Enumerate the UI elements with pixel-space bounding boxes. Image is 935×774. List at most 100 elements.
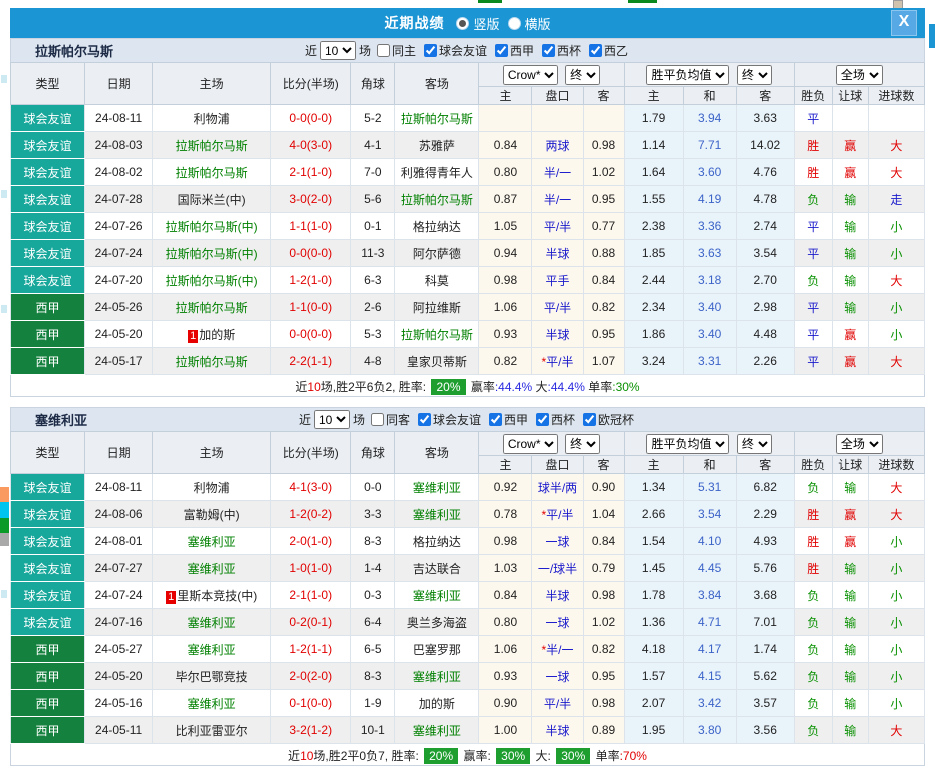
home-team-name: 比利亚雷亚尔 (176, 724, 248, 738)
section-summary: 近10场,胜2平6负2, 胜率: 20% 赢率:44.4% 大:44.4% 单率… (10, 375, 925, 397)
portrait-radio[interactable] (456, 17, 469, 30)
odds-away-cell: 0.98 (583, 690, 624, 717)
bookmaker-select[interactable]: Crow* (503, 65, 558, 85)
odds-home-cell: 0.92 (479, 474, 532, 501)
landscape-radio-label[interactable]: 横版 (525, 14, 551, 33)
corner-cell: 5-2 (351, 105, 395, 132)
league-filter[interactable]: 西乙 (583, 42, 628, 59)
summary-segment: 20% (424, 748, 458, 764)
match-row: 球会友谊24-07-28国际米兰(中)3-0(2-0)5-6拉斯帕尔马斯0.87… (11, 186, 925, 213)
bookmaker-select[interactable]: Crow* (503, 434, 558, 454)
summary-segment: 赢率 (468, 380, 495, 394)
goals-result-cell: 走 (868, 186, 924, 213)
away-team-name: 阿拉维斯 (413, 301, 461, 315)
odds-stage-select[interactable]: 终 (565, 434, 600, 454)
home-team-cell: 塞维利亚 (153, 528, 271, 555)
away-team-cell: 阿尔萨德 (395, 240, 479, 267)
fulltime-select[interactable]: 全场 (836, 65, 883, 85)
avg-away-cell: 7.01 (736, 609, 794, 636)
goals-result-cell: 小 (868, 690, 924, 717)
match-count-select[interactable]: 10 (320, 41, 356, 60)
same-venue-filter[interactable]: 同主 (371, 42, 416, 59)
league-checkbox[interactable] (589, 44, 602, 57)
match-type-badge: 西甲 (11, 321, 85, 348)
score-cell: 2-2(1-1) (271, 348, 351, 375)
avg-select[interactable]: 胜平负均值 (646, 434, 729, 454)
league-checkbox[interactable] (495, 44, 508, 57)
league-checkbox[interactable] (489, 413, 502, 426)
league-filter[interactable]: 欧冠杯 (577, 411, 634, 428)
col-avg-away: 客 (736, 87, 794, 105)
corner-cell: 4-8 (351, 348, 395, 375)
league-checkbox[interactable] (536, 413, 549, 426)
avg-draw-cell: 3.63 (683, 240, 736, 267)
fulltime-select[interactable]: 全场 (836, 434, 883, 454)
same-venue-checkbox[interactable] (377, 44, 390, 57)
filter-bar: 近10场同主球会友谊西甲西杯西乙 (305, 41, 630, 60)
score-cell: 2-1(1-0) (271, 159, 351, 186)
league-filter[interactable]: 球会友谊 (412, 411, 481, 428)
away-team-name: 塞维利亚 (413, 508, 461, 522)
same-venue-checkbox[interactable] (371, 413, 384, 426)
odds-group-header: Crow* 终 (479, 63, 624, 87)
league-filter[interactable]: 西杯 (536, 42, 581, 59)
avg-stage-select[interactable]: 终 (737, 434, 772, 454)
avg-draw-cell: 3.80 (683, 717, 736, 744)
match-row: 球会友谊24-08-01塞维利亚2-0(1-0)8-3格拉纳达0.98一球0.8… (11, 528, 925, 555)
avg-home-cell: 4.18 (624, 636, 683, 663)
odds-stage-select[interactable]: 终 (565, 65, 600, 85)
avg-home-cell: 2.34 (624, 294, 683, 321)
background-fragment (929, 24, 935, 48)
league-checkbox[interactable] (542, 44, 555, 57)
match-date: 24-07-26 (85, 213, 153, 240)
home-team-name: 塞维利亚 (188, 643, 236, 657)
league-filter[interactable]: 球会友谊 (418, 42, 487, 59)
home-team-name: 拉斯帕尔马斯(中) (166, 274, 258, 288)
summary-segment: 单率 (585, 380, 612, 394)
goals-result-cell: 小 (868, 663, 924, 690)
league-filter[interactable]: 西杯 (530, 411, 575, 428)
league-checkbox[interactable] (418, 413, 431, 426)
avg-draw-cell: 3.36 (683, 213, 736, 240)
away-team-name: 吉达联合 (413, 562, 461, 576)
league-filter[interactable]: 西甲 (483, 411, 528, 428)
portrait-radio-label[interactable]: 竖版 (473, 14, 499, 33)
summary-segment: :44.4% (548, 380, 585, 394)
match-type-badge: 西甲 (11, 663, 85, 690)
landscape-radio[interactable] (508, 17, 521, 30)
match-count-select[interactable]: 10 (314, 410, 350, 429)
league-filter[interactable]: 西甲 (489, 42, 534, 59)
odds-away-cell: 0.95 (583, 663, 624, 690)
corner-cell: 4-1 (351, 132, 395, 159)
odds-away-cell: 0.79 (583, 555, 624, 582)
col-goals: 进球数 (868, 87, 924, 105)
match-date: 24-07-27 (85, 555, 153, 582)
home-team-cell: 利物浦 (153, 474, 271, 501)
col-odds-home: 主 (479, 87, 532, 105)
match-row: 球会友谊24-08-11利物浦0-0(0-0)5-2拉斯帕尔马斯1.793.94… (11, 105, 925, 132)
close-icon[interactable]: X (891, 10, 917, 36)
match-type-badge: 球会友谊 (11, 159, 85, 186)
avg-stage-select[interactable]: 终 (737, 65, 772, 85)
handicap-result-cell: 输 (832, 663, 868, 690)
section-summary: 近10场,胜2平0负7, 胜率: 20% 赢率: 30% 大: 30% 单率:7… (10, 744, 925, 766)
league-checkbox[interactable] (424, 44, 437, 57)
avg-select[interactable]: 胜平负均值 (646, 65, 729, 85)
league-checkbox[interactable] (583, 413, 596, 426)
score-cell: 4-1(3-0) (271, 474, 351, 501)
match-type-badge: 球会友谊 (11, 105, 85, 132)
avg-home-cell: 1.95 (624, 717, 683, 744)
avg-home-cell: 1.64 (624, 159, 683, 186)
background-fragment (0, 533, 9, 546)
avg-draw-cell: 3.84 (683, 582, 736, 609)
corner-cell: 8-3 (351, 528, 395, 555)
filter-games-label: 场 (353, 411, 365, 428)
fulltime-group-header: 全场 (794, 432, 924, 456)
rank-badge: 1 (188, 330, 198, 343)
avg-draw-cell: 3.60 (683, 159, 736, 186)
odds-line-cell: 一球 (532, 663, 583, 690)
goals-result-cell: 大 (868, 132, 924, 159)
summary-segment: :30% (612, 380, 639, 394)
same-venue-filter[interactable]: 同客 (365, 411, 410, 428)
match-type-badge: 球会友谊 (11, 474, 85, 501)
